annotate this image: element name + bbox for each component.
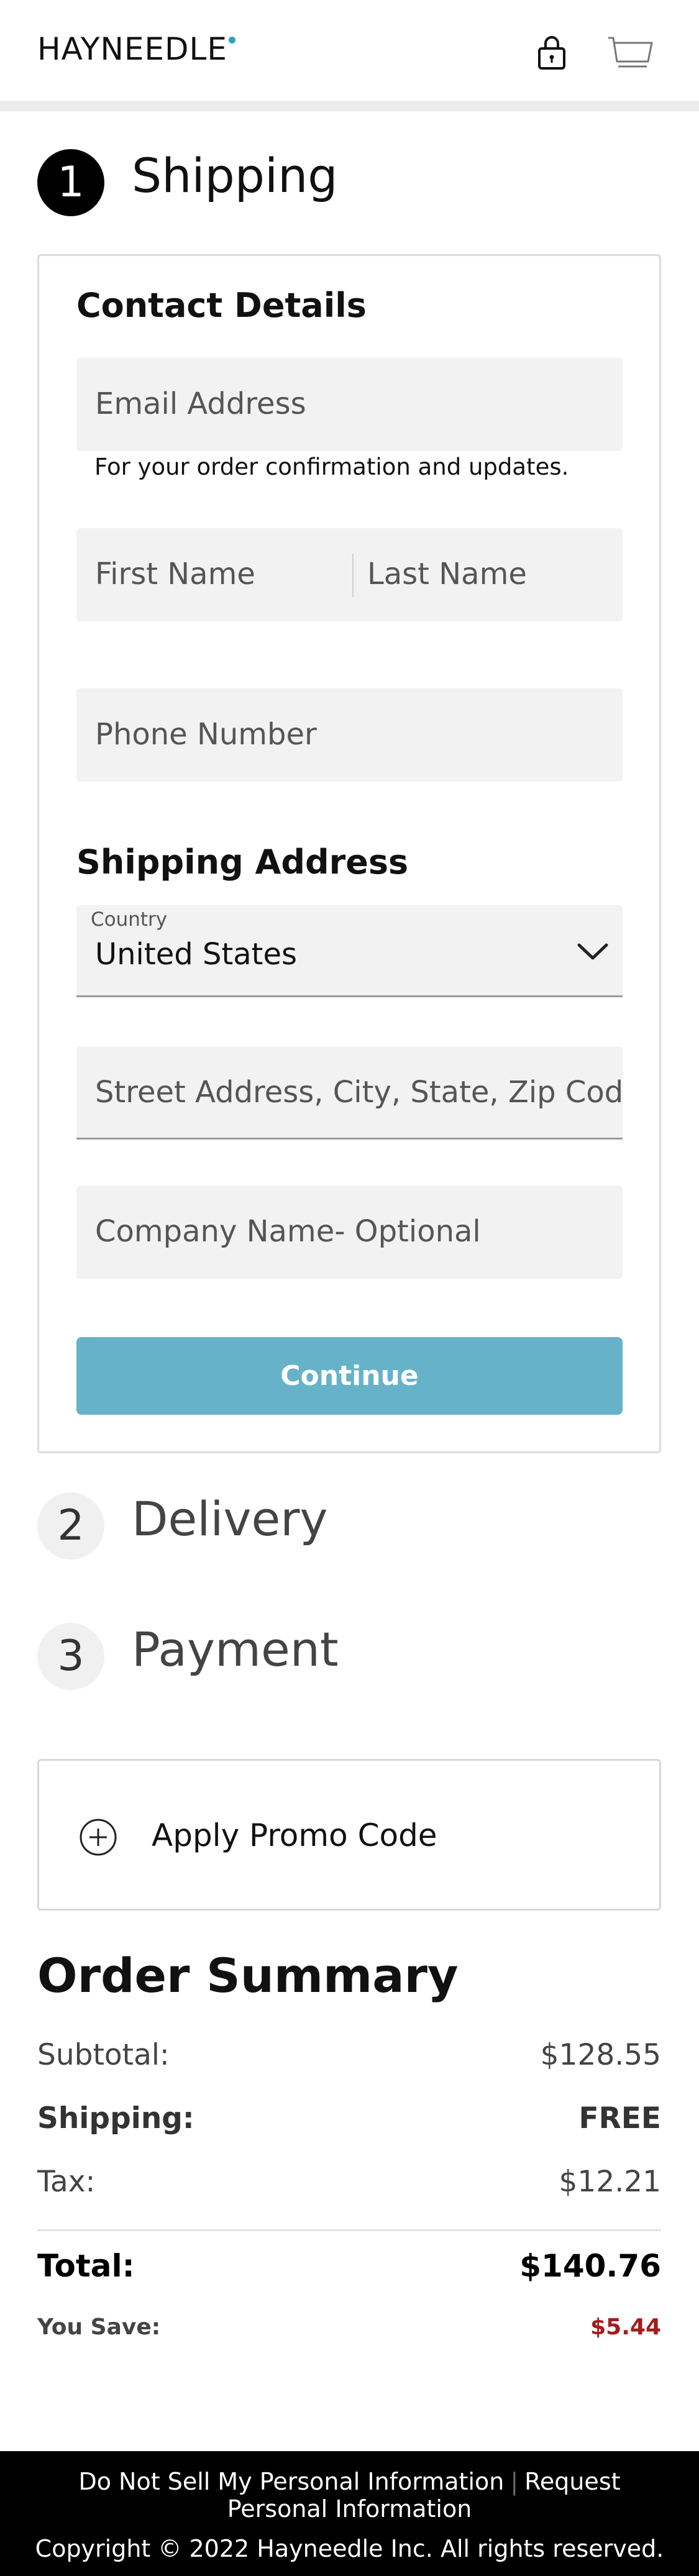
- plus-circle-icon: [80, 1819, 117, 1856]
- subtotal-label: Subtotal:: [37, 2038, 170, 2072]
- company-name-placeholder: Company Name- Optional: [95, 1214, 481, 1249]
- header-divider: [0, 101, 699, 111]
- country-value: United States: [95, 937, 298, 972]
- copyright-text: Copyright © 2022 Hayneedle Inc. All righ…: [35, 2535, 664, 2562]
- phone-field[interactable]: Phone Number: [76, 688, 623, 782]
- shipping-cost-value: FREE: [578, 2101, 661, 2135]
- total-value: $140.76: [519, 2248, 661, 2284]
- cart-icon[interactable]: [607, 34, 654, 70]
- shipping-address-heading: Shipping Address: [76, 843, 409, 882]
- name-field-divider: [352, 554, 354, 597]
- logo-text: HAYNEEDLE: [37, 31, 227, 67]
- footer-link-separator: |: [510, 2468, 519, 2495]
- step-1-badge: 1: [37, 149, 104, 216]
- total-label: Total:: [37, 2248, 135, 2284]
- chevron-down-icon[interactable]: [577, 941, 609, 961]
- step-1-title: Shipping: [132, 148, 338, 203]
- street-address-field[interactable]: Street Address, City, State, Zip Cod: [76, 1046, 623, 1140]
- step-2-badge: 2: [37, 1492, 104, 1560]
- summary-divider: [37, 2229, 661, 2231]
- contact-details-heading: Contact Details: [76, 286, 367, 325]
- email-hint: For your order confirmation and updates.: [94, 454, 569, 480]
- hayneedle-logo[interactable]: HAYNEEDLE: [37, 31, 235, 67]
- logo-dot: [229, 37, 235, 43]
- tax-label: Tax:: [37, 2165, 96, 2199]
- subtotal-value: $128.55: [540, 2038, 661, 2072]
- step-3-badge: 3: [37, 1623, 104, 1690]
- continue-button[interactable]: Continue: [76, 1337, 623, 1415]
- email-field[interactable]: Email Address: [76, 358, 623, 451]
- email-placeholder: Email Address: [95, 386, 306, 421]
- company-name-field[interactable]: Company Name- Optional: [76, 1185, 623, 1279]
- tax-value: $12.21: [559, 2165, 661, 2199]
- country-label: Country: [91, 908, 168, 931]
- site-footer: Do Not Sell My Personal Information | Requ…: [0, 2451, 699, 2576]
- footer-links: Do Not Sell My Personal Information | Requ…: [50, 2468, 649, 2523]
- phone-placeholder: Phone Number: [95, 717, 317, 752]
- site-header: HAYNEEDLE: [0, 0, 699, 101]
- street-address-placeholder: Street Address, City, State, Zip Cod: [95, 1075, 623, 1110]
- order-summary-title: Order Summary: [37, 1948, 459, 2003]
- first-name-field[interactable]: First Name: [95, 557, 255, 591]
- step-3-title: Payment: [132, 1622, 339, 1677]
- you-save-label: You Save:: [37, 2314, 161, 2340]
- last-name-field[interactable]: Last Name: [367, 557, 527, 591]
- promo-code-label: Apply Promo Code: [152, 1817, 437, 1853]
- step-2-title: Delivery: [132, 1491, 328, 1546]
- do-not-sell-link[interactable]: Do Not Sell My Personal Information: [78, 2468, 504, 2495]
- name-fields: First Name Last Name: [76, 528, 623, 621]
- shipping-cost-label: Shipping:: [37, 2101, 194, 2135]
- lock-icon: [538, 36, 565, 70]
- you-save-value: $5.44: [590, 2314, 661, 2340]
